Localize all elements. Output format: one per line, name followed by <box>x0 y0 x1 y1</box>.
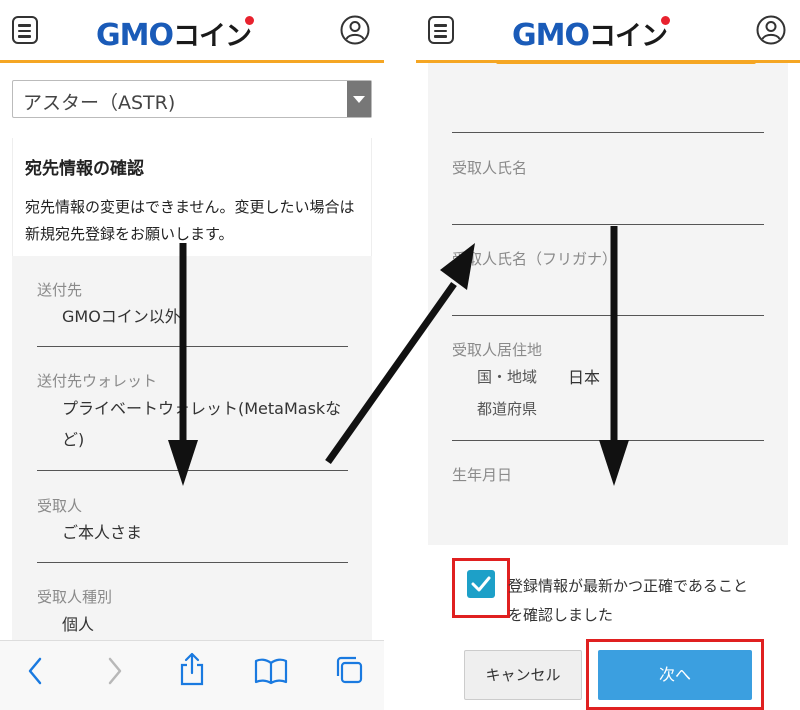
menu-icon[interactable] <box>428 16 454 44</box>
field-value-wallet: プライベートウォレット(MetaMaskなど) <box>62 399 342 449</box>
divider <box>452 440 764 441</box>
gmo-coin-logo[interactable]: GMOコイン <box>512 14 670 53</box>
card-title: 宛先情報の確認 <box>25 159 144 179</box>
left-phone-screen: GMOコイン アスター（ASTR) 宛先情報の確認 宛先情報の変更はできません。… <box>0 0 384 710</box>
divider <box>452 315 764 316</box>
field-label-birthdate: 生年月日 <box>452 466 513 484</box>
user-account-icon[interactable] <box>756 15 786 45</box>
app-header: GMOコイン <box>416 0 800 63</box>
app-header: GMOコイン <box>0 0 384 63</box>
field-label-recipient-name-kana: 受取人氏名（フリガナ） <box>452 250 618 268</box>
field-value-recipient-type: 個人 <box>62 615 95 634</box>
divider <box>452 224 764 225</box>
highlight-box-next <box>586 639 764 710</box>
country-value: 日本 <box>568 368 601 387</box>
card-description: 宛先情報の変更はできません。変更したい場合は新規宛先登録をお願いします。 <box>25 198 355 243</box>
currency-select[interactable]: アスター（ASTR) <box>12 80 372 118</box>
tabs-icon[interactable] <box>334 655 364 685</box>
divider <box>37 470 348 471</box>
divider <box>452 132 764 133</box>
field-label-wallet: 送付先ウォレット <box>37 372 158 390</box>
field-label-recipient-name: 受取人氏名 <box>452 159 528 177</box>
field-value-destination: GMOコイン以外 <box>62 307 181 326</box>
chevron-down-icon[interactable] <box>347 81 371 117</box>
share-icon[interactable] <box>178 651 206 687</box>
highlight-box-checkbox <box>452 558 510 618</box>
field-label-recipient-type: 受取人種別 <box>37 588 113 606</box>
bookmarks-icon[interactable] <box>254 657 288 685</box>
user-account-icon[interactable] <box>340 15 370 45</box>
field-label-recipient-residence: 受取人居住地 <box>452 341 543 359</box>
back-icon[interactable] <box>24 655 46 687</box>
divider <box>37 346 348 347</box>
forward-icon[interactable] <box>104 655 126 687</box>
menu-icon[interactable] <box>12 16 38 44</box>
gmo-coin-logo[interactable]: GMOコイン <box>96 14 254 53</box>
cancel-button[interactable]: キャンセル <box>464 650 582 700</box>
country-label: 国・地域 <box>477 368 538 386</box>
prefecture-label: 都道府県 <box>477 400 538 418</box>
browser-toolbar <box>0 640 384 710</box>
confirm-text[interactable]: 登録情報が最新かつ正確であることを確認しました <box>508 572 748 630</box>
destination-info-card: 宛先情報の確認 宛先情報の変更はできません。変更したい場合は新規宛先登録をお願い… <box>12 138 372 256</box>
currency-select-value: アスター（ASTR) <box>23 92 176 114</box>
field-value-recipient: ご本人さま <box>62 523 143 542</box>
field-label-recipient: 受取人 <box>37 497 83 515</box>
field-label-destination: 送付先 <box>37 281 83 299</box>
divider <box>37 562 348 563</box>
